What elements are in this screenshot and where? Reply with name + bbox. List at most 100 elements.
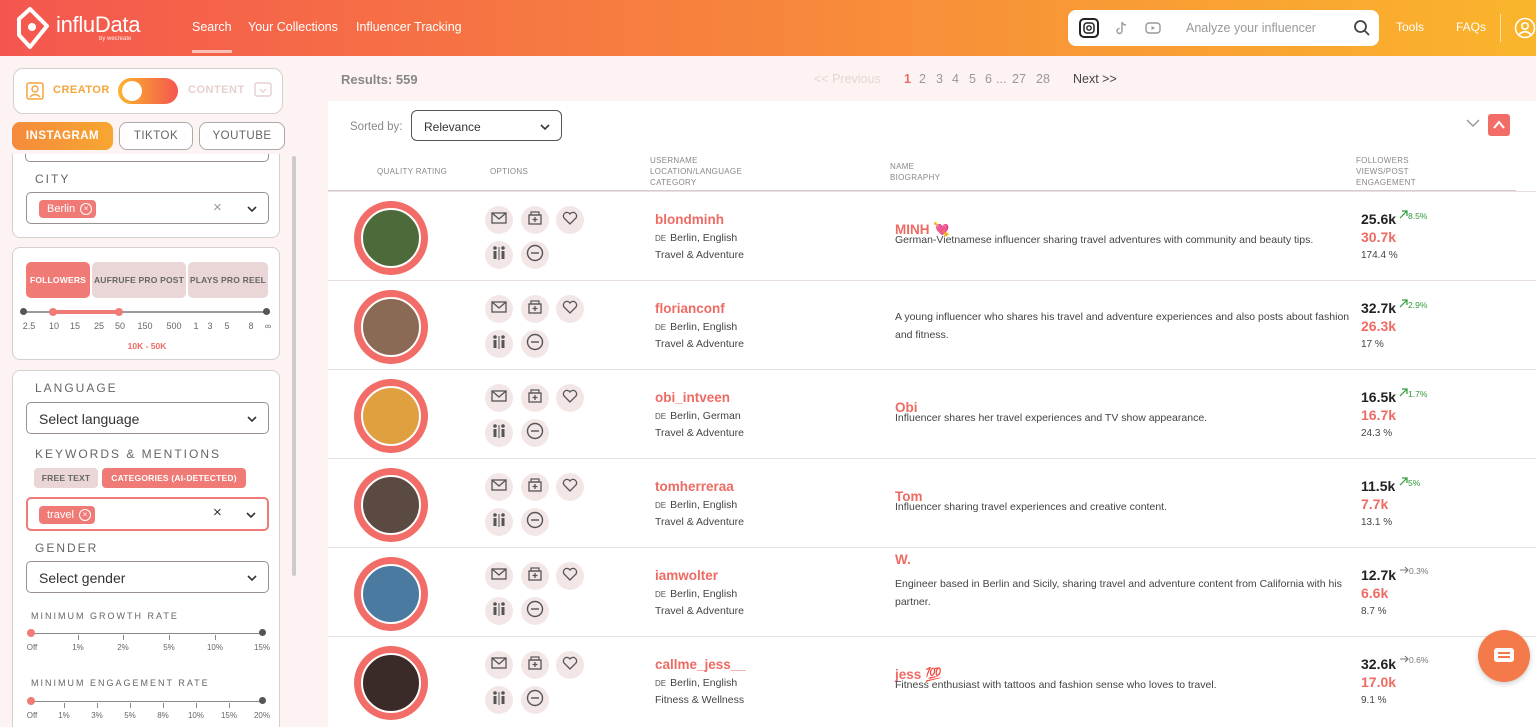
mode-creator-label[interactable]: CREATOR — [53, 84, 110, 96]
compare-button[interactable] — [485, 330, 513, 358]
username[interactable]: iamwolter — [655, 568, 718, 583]
page-27[interactable]: 27 — [1012, 72, 1026, 86]
add-to-collection-button[interactable] — [521, 473, 549, 501]
tiktok-icon[interactable] — [1111, 18, 1131, 38]
mode-content-label[interactable]: CONTENT — [188, 84, 245, 96]
username[interactable]: obi_intveen — [655, 390, 730, 405]
tools-link[interactable]: Tools — [1396, 20, 1424, 34]
page-6[interactable]: 6 — [985, 72, 992, 86]
chat-button[interactable] — [1478, 630, 1530, 682]
username[interactable]: tomherreraa — [655, 479, 734, 494]
favorite-button[interactable] — [556, 651, 584, 679]
page-1[interactable]: 1 — [904, 72, 911, 86]
gender-select[interactable]: Select gender — [26, 561, 269, 593]
sort-select[interactable]: Relevance — [411, 110, 562, 141]
avatar[interactable] — [361, 564, 421, 624]
result-row[interactable]: callme_jess__ DE Berlin, English Fitness & … — [328, 636, 1536, 725]
add-to-collection-button[interactable] — [521, 295, 549, 323]
compare-button[interactable] — [485, 597, 513, 625]
city-chip[interactable]: Berlin × — [39, 200, 97, 218]
message-button[interactable] — [485, 562, 513, 590]
favorite-button[interactable] — [556, 206, 584, 234]
username[interactable]: blondminh — [655, 212, 724, 227]
hide-button[interactable] — [521, 419, 549, 447]
clear-icon[interactable]: × — [213, 199, 222, 216]
avatar[interactable] — [361, 475, 421, 535]
message-button[interactable] — [485, 295, 513, 323]
sidebar-scrollbar[interactable] — [292, 156, 296, 576]
compare-button[interactable] — [485, 686, 513, 714]
metric-tab-views-post[interactable]: AUFRUFE PRO POST — [92, 262, 186, 298]
chevron-down-icon[interactable] — [245, 509, 257, 521]
tab-youtube[interactable]: YOUTUBE — [199, 122, 285, 150]
language-select[interactable]: Select language — [26, 402, 269, 434]
page-5[interactable]: 5 — [969, 72, 976, 86]
message-button[interactable] — [485, 651, 513, 679]
chevron-down-icon[interactable] — [246, 203, 258, 215]
clear-icon[interactable]: × — [213, 504, 222, 521]
engagement-slider-handle[interactable] — [27, 697, 35, 705]
page-28[interactable]: 28 — [1036, 72, 1050, 86]
favorite-button[interactable] — [556, 562, 584, 590]
hide-button[interactable] — [521, 330, 549, 358]
message-button[interactable] — [485, 206, 513, 234]
keyword-chip[interactable]: travel × — [39, 506, 95, 524]
favorite-button[interactable] — [556, 384, 584, 412]
metric-tab-plays-reel[interactable]: PLAYS PRO REEL — [188, 262, 268, 298]
favorite-button[interactable] — [556, 295, 584, 323]
growth-slider-handle[interactable] — [27, 629, 35, 637]
result-row[interactable]: iamwolter DE Berlin, English Travel & Adven… — [328, 547, 1536, 636]
search-input[interactable] — [1186, 18, 1346, 38]
message-button[interactable] — [485, 473, 513, 501]
page-4[interactable]: 4 — [952, 72, 959, 86]
kw-tab-free-text[interactable]: FREE TEXT — [34, 468, 98, 488]
compare-button[interactable] — [485, 419, 513, 447]
collapse-button[interactable] — [1488, 114, 1510, 136]
avatar[interactable] — [361, 208, 421, 268]
kw-tab-categories[interactable]: CATEGORIES (AI-DETECTED) — [102, 468, 246, 488]
hide-button[interactable] — [521, 508, 549, 536]
avatar[interactable] — [361, 653, 421, 713]
hide-button[interactable] — [521, 686, 549, 714]
compare-button[interactable] — [485, 508, 513, 536]
faqs-link[interactable]: FAQs — [1456, 20, 1486, 34]
hide-button[interactable] — [521, 597, 549, 625]
user-profile-icon[interactable] — [1514, 17, 1536, 39]
slider-max-handle[interactable] — [115, 308, 123, 316]
add-to-collection-button[interactable] — [521, 206, 549, 234]
result-row[interactable]: florianconf DE Berlin, English Travel & Adv… — [328, 280, 1536, 369]
metric-tab-followers[interactable]: FOLLOWERS — [26, 262, 90, 298]
add-to-collection-button[interactable] — [521, 651, 549, 679]
remove-chip-icon[interactable]: × — [80, 203, 93, 215]
tab-tiktok[interactable]: TIKTOK — [119, 122, 193, 150]
nav-tracking[interactable]: Influencer Tracking — [356, 20, 462, 34]
page-3[interactable]: 3 — [936, 72, 943, 86]
search-icon[interactable] — [1353, 19, 1371, 37]
result-row[interactable]: blondminh DE Berlin, English Travel & Adven… — [328, 191, 1536, 280]
add-to-collection-button[interactable] — [521, 384, 549, 412]
growth-slider-track[interactable] — [31, 633, 263, 634]
logo[interactable]: influData by wecreate — [16, 6, 140, 50]
username[interactable]: callme_jess__ — [655, 657, 746, 672]
result-row[interactable]: tomherreraa DE Berlin, English Travel & Adv… — [328, 458, 1536, 547]
avatar[interactable] — [361, 386, 421, 446]
favorite-button[interactable] — [556, 473, 584, 501]
remove-chip-icon[interactable]: × — [78, 509, 91, 521]
message-button[interactable] — [485, 384, 513, 412]
mode-toggle-switch[interactable] — [118, 78, 178, 104]
result-row[interactable]: obi_intveen DE Berlin, German Travel & Adve… — [328, 369, 1536, 458]
youtube-icon[interactable] — [1143, 18, 1163, 38]
pagination-next[interactable]: Next >> — [1073, 72, 1117, 86]
nav-collections[interactable]: Your Collections — [248, 20, 338, 34]
add-to-collection-button[interactable] — [521, 562, 549, 590]
tab-instagram[interactable]: INSTAGRAM — [12, 122, 113, 150]
slider-min-handle[interactable] — [49, 308, 57, 316]
keyword-select[interactable]: travel × × — [26, 497, 269, 531]
username[interactable]: florianconf — [655, 301, 725, 316]
avatar[interactable] — [361, 297, 421, 357]
compare-button[interactable] — [485, 241, 513, 269]
nav-search[interactable]: Search — [192, 20, 232, 53]
hide-button[interactable] — [521, 241, 549, 269]
city-select[interactable]: Berlin × × — [26, 192, 269, 224]
chevron-down-icon[interactable] — [1466, 118, 1480, 128]
